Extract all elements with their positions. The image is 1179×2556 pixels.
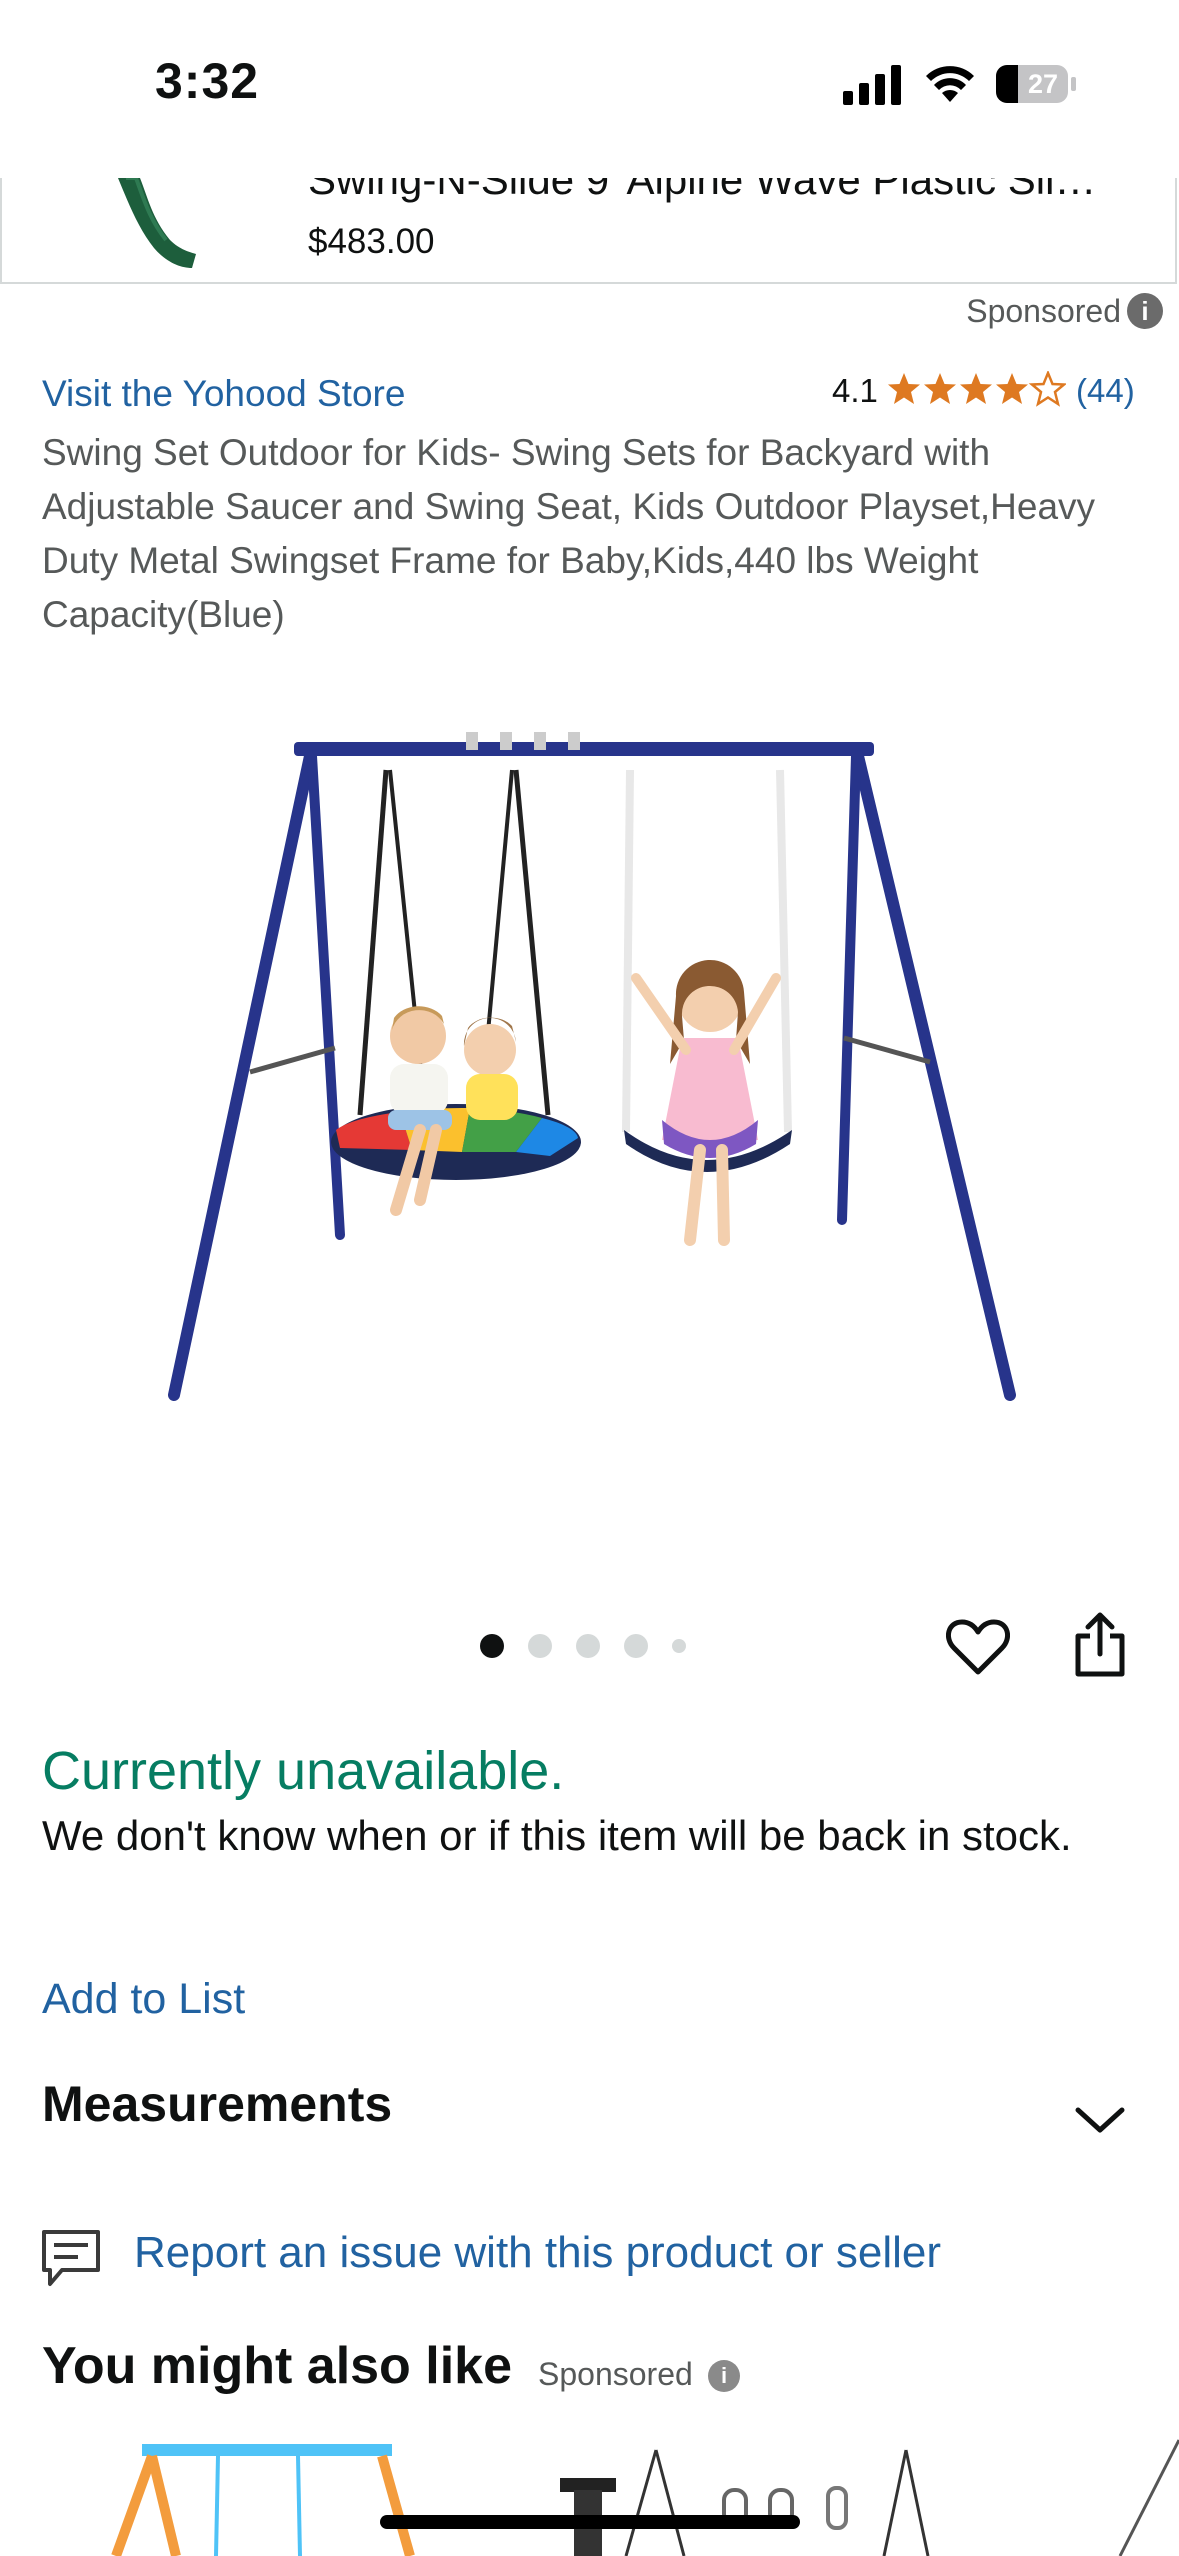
home-indicator[interactable] [380,2515,800,2529]
product-title: Swing Set Outdoor for Kids- Swing Sets f… [42,432,1096,635]
recommendation-item[interactable] [111,2444,415,2556]
carousel-dot[interactable] [624,1634,648,1658]
status-time: 3:32 [155,53,260,109]
wifi-icon [926,66,974,102]
image-carousel-dots[interactable] [480,1634,686,1658]
availability-status: Currently unavailable. [42,1741,565,1801]
sponsored-label: Sponsored [966,293,1121,329]
share-icon[interactable] [1072,1612,1128,1678]
battery-level: 27 [1028,69,1058,99]
battery-icon: 27 [996,65,1076,103]
sponsored-product-title[interactable]: Swing-N-Slide 9' Alpine Wave Plastic Sli… [308,178,1096,204]
carousel-dot-active[interactable] [480,1634,504,1658]
store-link[interactable]: Visit the Yohood Store [42,373,405,415]
cellular-signal-icon [843,65,901,105]
info-icon[interactable]: i [1127,293,1163,329]
product-image[interactable] [150,720,1030,1420]
info-icon[interactable]: i [708,2360,740,2392]
recommendation-item[interactable] [560,2449,930,2556]
star-icon [996,373,1028,404]
star-icon [924,373,956,404]
chevron-down-icon[interactable] [1074,2106,1126,2136]
report-issue-link[interactable]: Report an issue with this product or sel… [134,2228,941,2278]
slide-thumbnail [118,178,196,268]
heart-icon[interactable] [946,1618,1010,1676]
review-count[interactable]: (44) [1076,372,1135,410]
carousel-dot[interactable] [672,1639,686,1653]
rating-value: 4.1 [832,372,878,409]
carousel-dot[interactable] [576,1634,600,1658]
availability-detail: We don't know when or if this item will … [42,1812,1072,1859]
star-icon [888,373,920,404]
star-empty-icon [1030,371,1066,406]
recommendation-carousel[interactable] [0,2430,1179,2556]
measurements-heading[interactable]: Measurements [42,2075,392,2133]
feedback-icon[interactable] [40,2228,102,2288]
sponsored-product-banner[interactable]: Swing-N-Slide 9' Alpine Wave Plastic Sli… [0,178,1177,284]
recommendations-heading: You might also like [42,2337,513,2395]
carousel-dot[interactable] [528,1634,552,1658]
add-to-list-link[interactable]: Add to List [42,1975,245,2024]
star-icon [960,373,992,404]
sponsored-product-price: $483.00 [308,222,435,261]
rating-stars[interactable] [886,371,1066,407]
recommendations-sponsored-label: Sponsored [538,2356,693,2392]
recommendation-item[interactable] [1118,2439,1179,2556]
